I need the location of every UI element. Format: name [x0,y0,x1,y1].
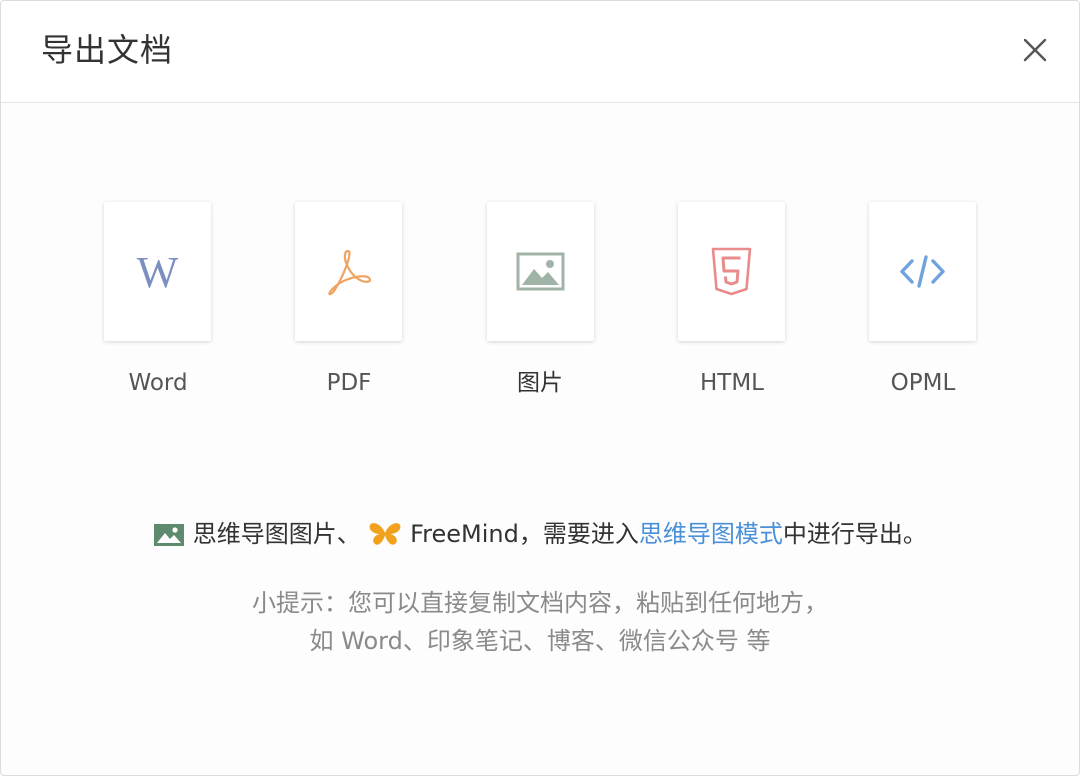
code-icon [900,255,945,288]
image-icon [154,524,185,546]
close-icon[interactable] [1017,32,1053,68]
html5-icon [711,247,752,296]
mindmap-export-notice: 思维导图图片、 FreeMind，需要进入思维导图模式中进行导出。 [1,517,1079,551]
butterfly-icon [370,523,401,545]
export-opml-label[interactable]: OPML [843,367,1003,399]
pdf-icon [328,249,372,296]
image-icon [516,252,565,291]
export-word-button[interactable]: W [104,202,211,341]
export-html-button[interactable] [678,202,785,341]
export-word-label[interactable]: Word [78,367,238,399]
export-opml-button[interactable] [869,202,976,341]
notice-text-1: 思维导图图片、 [192,520,361,548]
svg-text:W: W [137,248,179,297]
export-html-label[interactable]: HTML [652,367,812,399]
mindmap-mode-link[interactable]: 思维导图模式 [639,520,783,548]
export-pdf-label[interactable]: PDF [269,367,429,399]
dialog-header: 导出文档 [1,1,1079,103]
export-image-label[interactable]: 图片 [460,367,620,399]
word-icon: W [137,248,179,297]
tip-line-2: 如 Word、印象笔记、博客、微信公众号 等 [309,627,771,655]
tip-line-1: 小提示：您可以直接复制文档内容，粘贴到任何地方， [252,589,828,617]
export-pdf-button[interactable] [295,202,402,341]
export-image-button[interactable] [487,202,594,341]
dialog-title: 导出文档 [41,31,174,69]
notice-text-3: 中进行导出。 [782,520,927,548]
notice-text-2: FreeMind，需要进入 [410,520,639,548]
export-dialog: 导出文档 W Word PDF 图片 HTML OPML 思维导图图片、 Fre… [0,0,1080,776]
